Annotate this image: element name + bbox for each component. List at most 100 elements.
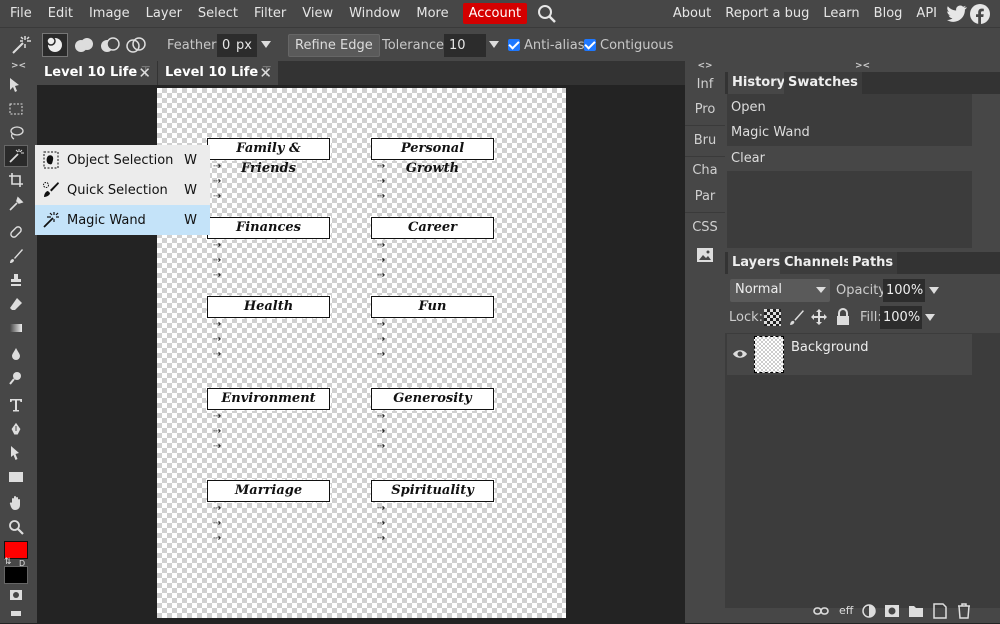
magic-wand-tool-icon[interactable] (4, 145, 28, 167)
tolerance-dropdown-icon[interactable] (489, 28, 499, 62)
close-icon[interactable]: ✕ (259, 61, 272, 85)
side-info[interactable]: Inf (685, 72, 725, 98)
opacity-dropdown-icon[interactable] (929, 287, 939, 295)
layer-effects-button[interactable]: eff (839, 604, 853, 617)
facebook-icon[interactable] (970, 3, 990, 24)
selection-subtract-icon[interactable] (98, 28, 122, 62)
menu-api[interactable]: API (909, 0, 944, 27)
healing-tool-icon[interactable] (4, 221, 28, 243)
tab-paths[interactable]: Paths (848, 252, 898, 274)
blur-tool-icon[interactable] (4, 343, 28, 365)
fill-input[interactable]: 100% (880, 306, 922, 329)
hand-tool-icon[interactable] (4, 492, 28, 514)
history-item[interactable]: Magic Wand (727, 120, 972, 145)
toolbar-toggle[interactable]: >< (0, 61, 37, 71)
zoom-tool-icon[interactable] (4, 516, 28, 538)
screen-mode-icon[interactable] (4, 602, 28, 624)
tab-history[interactable]: History (728, 72, 790, 94)
new-group-icon[interactable] (908, 604, 924, 618)
lasso-tool-icon[interactable] (4, 122, 28, 144)
close-icon[interactable]: ✕ (138, 61, 151, 85)
adjustment-layer-icon[interactable] (862, 604, 876, 618)
history-item[interactable]: Clear (727, 146, 972, 171)
menu-select[interactable]: Select (190, 0, 246, 27)
side-css[interactable]: CSS (685, 215, 725, 241)
background-color-swatch[interactable] (4, 566, 28, 584)
menu-layer[interactable]: Layer (138, 0, 190, 27)
opacity-input[interactable]: 100% (883, 279, 925, 302)
tab-swatches[interactable]: Swatches (784, 72, 862, 94)
crop-tool-icon[interactable] (4, 169, 28, 191)
list-arrow: ⇢ (213, 240, 221, 251)
tab-document-1[interactable]: Level 10 Life T ✕ (37, 61, 157, 85)
contiguous-checkbox[interactable]: Contiguous (584, 28, 673, 62)
layer-row[interactable]: Background (727, 334, 972, 375)
menu-view[interactable]: View (294, 0, 341, 27)
flyout-quick-selection[interactable]: Quick Selection W (35, 175, 210, 205)
menu-learn[interactable]: Learn (816, 0, 866, 27)
feather-dropdown-icon[interactable] (261, 28, 271, 62)
side-brush[interactable]: Bru (685, 128, 725, 154)
panel-toggle[interactable]: >< (725, 61, 1000, 71)
eraser-tool-icon[interactable] (4, 293, 28, 315)
menu-blog[interactable]: Blog (867, 0, 910, 27)
brush-tool-icon[interactable] (4, 245, 28, 267)
anti-alias-checkbox[interactable]: Anti-alias (508, 28, 584, 62)
selection-add-icon[interactable] (72, 28, 96, 62)
lock-label: Lock: (729, 310, 764, 325)
new-layer-icon[interactable] (932, 603, 948, 619)
menu-edit[interactable]: Edit (40, 0, 81, 27)
refine-edge-button[interactable]: Refine Edge (288, 33, 380, 57)
history-item[interactable]: Open (727, 95, 972, 120)
move-tool-icon[interactable] (4, 74, 28, 96)
image-icon[interactable] (685, 242, 725, 268)
tab-document-2[interactable]: Level 10 Life T ✕ (158, 61, 278, 85)
list-arrow: ⇢ (213, 349, 221, 360)
menu-report-bug[interactable]: Report a bug (718, 0, 816, 27)
side-column-toggle[interactable]: <> (685, 61, 725, 71)
lock-transparency-icon[interactable] (764, 309, 781, 326)
side-paragraph[interactable]: Par (685, 184, 725, 210)
lock-all-icon[interactable] (835, 308, 851, 326)
flyout-magic-wand[interactable]: Magic Wand W (35, 205, 210, 235)
dodge-tool-icon[interactable] (4, 367, 28, 389)
link-layers-icon[interactable] (813, 606, 829, 616)
list-arrow: ⇢ (213, 411, 221, 422)
trash-icon[interactable] (957, 603, 971, 619)
type-tool-icon[interactable] (4, 394, 28, 416)
selection-new-icon[interactable] (42, 28, 68, 62)
document-canvas[interactable]: Family & Friends Personal Growth Finance… (157, 88, 566, 618)
stamp-tool-icon[interactable] (4, 269, 28, 291)
menu-more[interactable]: More (408, 0, 456, 27)
search-icon[interactable] (537, 4, 557, 24)
gradient-tool-icon[interactable] (4, 317, 28, 339)
twitter-icon[interactable] (947, 5, 967, 23)
flyout-object-selection[interactable]: Object Selection W (35, 145, 210, 175)
path-select-tool-icon[interactable] (4, 442, 28, 464)
menu-filter[interactable]: Filter (246, 0, 294, 27)
fill-dropdown-icon[interactable] (925, 314, 935, 322)
menu-image[interactable]: Image (81, 0, 138, 27)
menu-window[interactable]: Window (341, 0, 408, 27)
list-arrow: ⇢ (377, 270, 385, 281)
selection-intersect-icon[interactable] (124, 28, 148, 62)
marquee-tool-icon[interactable] (4, 98, 28, 120)
tab-layers[interactable]: Layers (728, 252, 785, 274)
side-properties[interactable]: Pro (685, 97, 725, 123)
layer-mask-icon[interactable] (884, 604, 900, 618)
shape-tool-icon[interactable] (4, 466, 28, 488)
feather-input[interactable]: 0 px (217, 33, 257, 57)
eye-icon[interactable] (732, 348, 748, 360)
list-arrow: ⇢ (377, 441, 385, 452)
tolerance-input[interactable]: 10 (444, 33, 486, 57)
tab-channels[interactable]: Channels (780, 252, 856, 274)
lock-move-icon[interactable] (810, 308, 828, 326)
side-character[interactable]: Cha (685, 158, 725, 184)
pen-tool-icon[interactable] (4, 418, 28, 440)
menu-about[interactable]: About (666, 0, 718, 27)
blend-mode-select[interactable]: Normal (730, 279, 830, 302)
menu-file[interactable]: File (0, 0, 40, 27)
lock-paint-icon[interactable] (788, 309, 805, 326)
account-button[interactable]: Account (462, 3, 528, 24)
eyedropper-tool-icon[interactable] (4, 193, 28, 215)
